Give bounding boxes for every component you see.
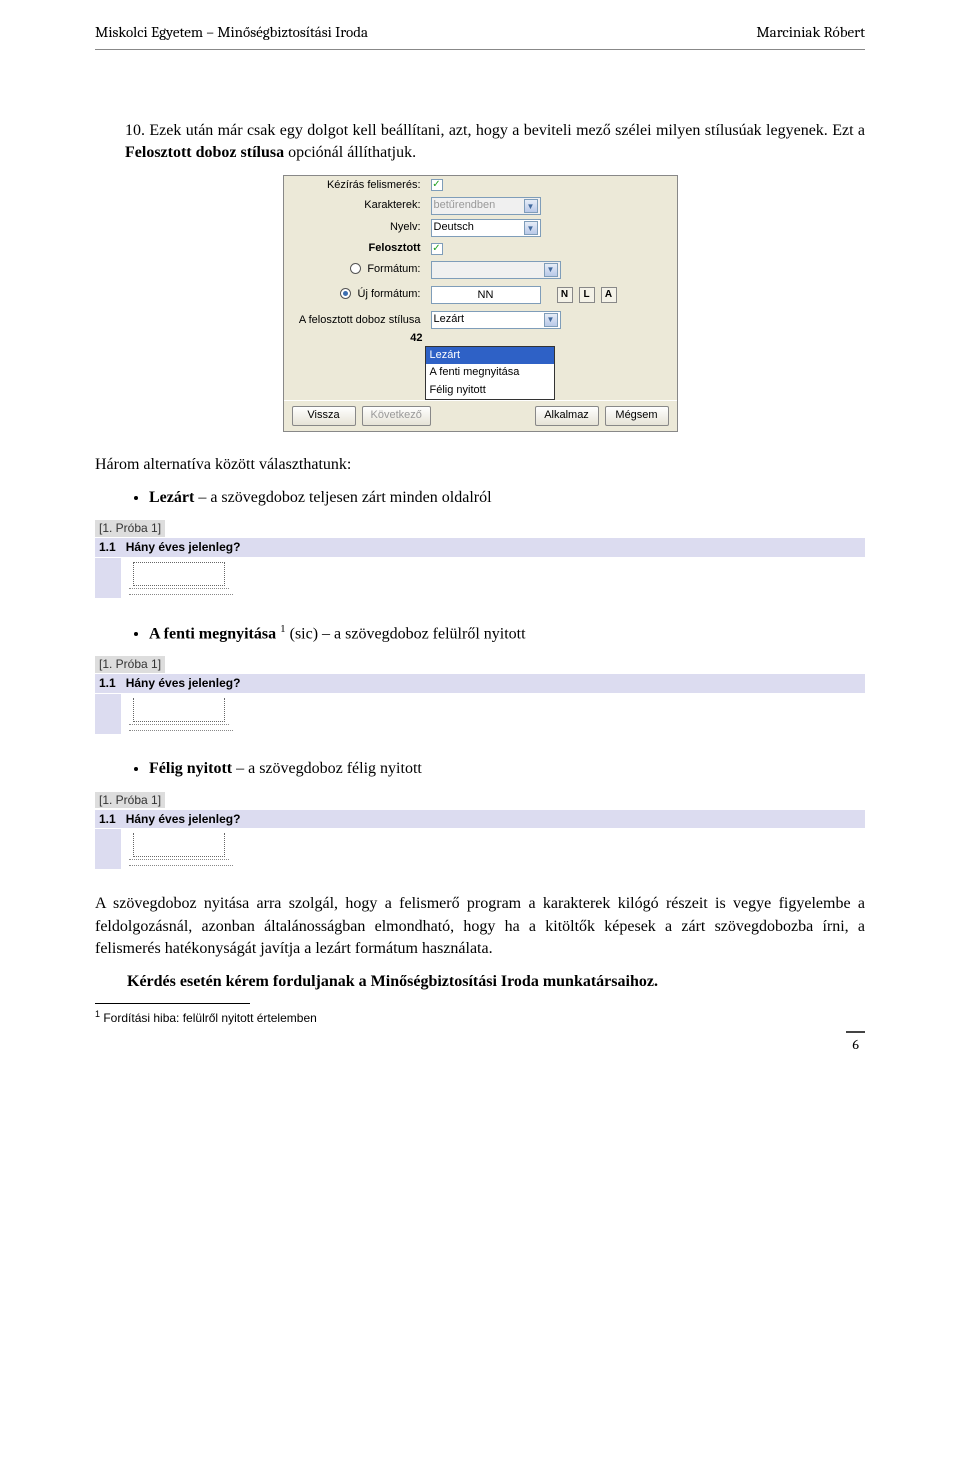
sample-dashline-2 (129, 865, 233, 866)
label-karakterek: Karakterek: (292, 198, 427, 213)
three-alternatives-intro: Három alternatíva között választhatunk: (95, 454, 865, 476)
sample-qtext: Hány éves jelenleg? (126, 812, 241, 826)
sample-input-half-open (133, 833, 225, 857)
label-ujformatum: Új formátum: (292, 287, 427, 302)
sample-caption: [1. Próba 1] (95, 792, 165, 809)
bullet-felig-nyitott: Félig nyitott – a szövegdoboz félig nyit… (149, 758, 865, 780)
bullet-lezart-text: – a szövegdoboz teljesen zárt minden old… (194, 489, 491, 506)
label-nyelv: Nyelv: (292, 220, 427, 235)
bullet-fenti-text: (sic) – a szövegdoboz felülről nyitott (286, 625, 526, 642)
sample-question-row: 1.1 Hány éves jelenleg? (95, 538, 865, 557)
sample-input-closed (133, 562, 225, 586)
sample-question-row: 1.1 Hány éves jelenleg? (95, 674, 865, 693)
sample-leftstripe (95, 558, 121, 598)
felosztott-dialog: Kézírás felismerés: ✓ Karakterek: betűre… (283, 175, 678, 432)
sample-caption: [1. Próba 1] (95, 656, 165, 673)
sample-dashline-2 (129, 594, 233, 595)
page-number: 6 (846, 1031, 865, 1055)
para10-lead: Ezek után már csak egy dolgot kell beáll… (149, 122, 865, 139)
label-kezirasfel: Kézírás felismerés: (292, 178, 427, 193)
header-right: Marciniak Róbert (756, 22, 865, 43)
checkbox-felosztott[interactable]: ✓ (431, 243, 443, 255)
sample-dashline-1 (129, 588, 229, 589)
radio-formatum[interactable] (350, 263, 361, 274)
button-kovetkezo[interactable]: Következő (362, 406, 431, 426)
bullet-list-2: A fenti megnyitása 1 (sic) – a szövegdob… (149, 622, 865, 646)
combo-nyelv[interactable]: Deutsch ▼ (431, 219, 541, 237)
combo-karakterek-value: betűrendben (434, 198, 496, 213)
radio-ujformatum[interactable] (340, 288, 351, 299)
label-ujformatum-text: Új formátum: (358, 288, 421, 300)
footnote-separator (95, 1003, 250, 1004)
bullet-felig-text: – a szövegdoboz félig nyitott (232, 760, 422, 777)
combo-nyelv-value: Deutsch (434, 220, 474, 235)
sample-dashline-1 (129, 859, 229, 860)
sample-qtext: Hány éves jelenleg? (126, 676, 241, 690)
dropdown-item-felig-nyitott[interactable]: Félig nyitott (426, 382, 554, 399)
chevron-down-icon: ▼ (544, 263, 558, 277)
sample-qnum: 1.1 (99, 540, 116, 554)
nla-button-a[interactable]: A (601, 287, 617, 303)
sample-leftstripe (95, 694, 121, 734)
bullet-fenti-megnyitasa: A fenti megnyitása 1 (sic) – a szövegdob… (149, 622, 865, 646)
button-megsem[interactable]: Mégsem (605, 406, 669, 426)
sample-fenti-megnyitasa: [1. Próba 1] 1.1 Hány éves jelenleg? (95, 653, 865, 734)
bullet-list-3: Félig nyitott – a szövegdoboz félig nyit… (149, 758, 865, 780)
button-alkalmaz[interactable]: Alkalmaz (535, 406, 599, 426)
dropdown-item-fenti-megnyitasa[interactable]: A fenti megnyitása (426, 364, 554, 381)
sample-lezart: [1. Próba 1] 1.1 Hány éves jelenleg? (95, 517, 865, 598)
sample-qnum: 1.1 (99, 676, 116, 690)
sample-leftstripe (95, 829, 121, 869)
sample-dashline-1 (129, 724, 229, 725)
sample-qtext: Hány éves jelenleg? (126, 540, 241, 554)
footnote-text: Fordítási hiba: felülről nyitott értelem… (100, 1011, 317, 1025)
sample-input-top-open (133, 698, 225, 722)
sample-felig-nyitott: [1. Próba 1] 1.1 Hány éves jelenleg? (95, 789, 865, 870)
bullet-lezart: Lezárt – a szövegdoboz teljesen zárt min… (149, 487, 865, 509)
closing-paragraph: A szövegdoboz nyitása arra szolgál, hogy… (95, 893, 865, 960)
dropdown-stilus-open[interactable]: Lezárt A fenti megnyitása Félig nyitott (425, 346, 555, 400)
combo-felosztott-stilus-value: Lezárt (434, 312, 465, 327)
sample-qnum: 1.1 (99, 812, 116, 826)
label-formatum-text: Formátum: (367, 263, 420, 275)
input-ujformatum[interactable] (431, 286, 541, 304)
checkbox-keziras[interactable]: ✓ (431, 179, 443, 191)
bullet-list: Lezárt – a szövegdoboz teljesen zárt min… (149, 487, 865, 509)
sample-caption: [1. Próba 1] (95, 520, 165, 537)
bullet-lezart-bold: Lezárt (149, 489, 194, 506)
sample-question-row: 1.1 Hány éves jelenleg? (95, 810, 865, 829)
chevron-down-icon: ▼ (524, 199, 538, 213)
page-header: Miskolci Egyetem – Minőségbiztosítási Ir… (95, 0, 865, 50)
combo-felosztott-doboz-stilusa[interactable]: Lezárt ▼ (431, 311, 561, 329)
header-left: Miskolci Egyetem – Minőségbiztosítási Ir… (95, 22, 368, 43)
button-vissza[interactable]: Vissza (292, 406, 356, 426)
sample-dashline-2 (129, 730, 233, 731)
footnote-1: 1 Fordítási hiba: felülről nyitott értel… (95, 1008, 865, 1027)
para10-tail: opciónál állíthatjuk. (284, 144, 416, 161)
label-42: 42 (399, 331, 423, 346)
numbered-paragraph-10: 10. Ezek után már csak egy dolgot kell b… (125, 120, 865, 165)
chevron-down-icon: ▼ (544, 313, 558, 327)
bullet-fenti-bold: A fenti megnyitása (149, 625, 276, 642)
nla-button-l[interactable]: L (579, 287, 595, 303)
dropdown-item-lezart[interactable]: Lezárt (426, 347, 554, 364)
chevron-down-icon: ▼ (524, 221, 538, 235)
nla-button-n[interactable]: N (557, 287, 573, 303)
dialog-button-bar: Vissza Következő Alkalmaz Mégsem (284, 400, 677, 431)
combo-formatum[interactable]: ▼ (431, 261, 561, 279)
closing-bold-line: Kérdés esetén kérem forduljanak a Minősé… (127, 971, 865, 993)
para10-bold: Felosztott doboz stílusa (125, 144, 284, 161)
label-felosztott-doboz-stilusa: A felosztott doboz stílusa (292, 314, 427, 326)
label-felosztott: Felosztott (292, 241, 427, 256)
input-ujformatum-wrap (431, 286, 541, 304)
label-formatum: Formátum: (292, 262, 427, 277)
bullet-felig-bold: Félig nyitott (149, 760, 232, 777)
combo-karakterek[interactable]: betűrendben ▼ (431, 197, 541, 215)
